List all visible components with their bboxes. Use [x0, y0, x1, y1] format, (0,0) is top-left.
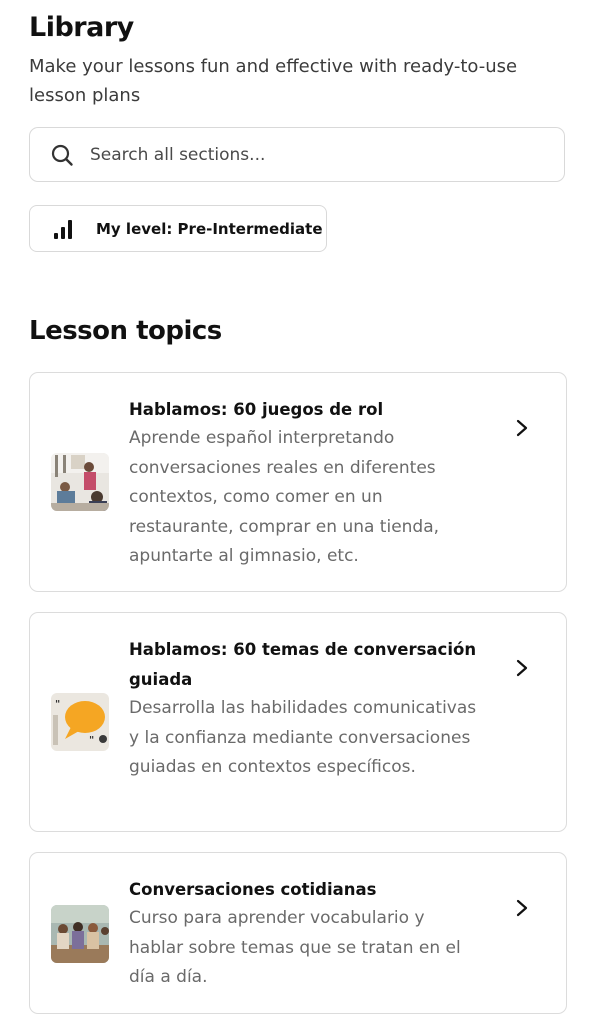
- search-icon: [48, 141, 76, 169]
- level-button-label: My level: Pre-Intermediate: [96, 219, 323, 238]
- chevron-right-icon: [516, 419, 528, 437]
- topic-card-role-play[interactable]: Hablamos: 60 juegos de rol Aprende españ…: [29, 372, 567, 592]
- search-input[interactable]: [88, 143, 512, 166]
- chevron-right-icon: [516, 899, 528, 917]
- topic-thumbnail-daily-conversations: [51, 905, 109, 963]
- chevron-right-icon: [516, 659, 528, 677]
- section-heading: Lesson topics: [29, 316, 222, 346]
- topic-card-description: Aprende español interpretando conversaci…: [129, 428, 440, 566]
- topic-thumbnail-guided-conversation: " ": [51, 693, 109, 751]
- topic-card-daily-conversations[interactable]: Conversaciones cotidianas Curso para apr…: [29, 852, 567, 1014]
- page-title: Library: [29, 12, 134, 43]
- topic-card-guided-conversation[interactable]: " " Hablamos: 60 temas de conversación g…: [29, 612, 567, 832]
- topic-card-description: Curso para aprender vocabulario y hablar…: [129, 908, 461, 987]
- topic-card-title: Hablamos: 60 juegos de rol: [129, 400, 384, 419]
- svg-text:": ": [89, 735, 94, 746]
- topic-card-title: Conversaciones cotidianas: [129, 880, 377, 899]
- page-subtitle: Make your lessons fun and effective with…: [29, 56, 518, 106]
- topic-card-description: Desarrolla las habilidades comunicativas…: [129, 698, 477, 777]
- level-button[interactable]: My level: Pre-Intermediate: [29, 205, 327, 252]
- search-box[interactable]: [29, 127, 565, 182]
- signal-bars-icon: [54, 219, 76, 239]
- topic-thumbnail-role-play: [51, 453, 109, 511]
- svg-text:": ": [55, 699, 60, 710]
- topic-card-title: Hablamos: 60 temas de conversación guiad…: [129, 640, 477, 689]
